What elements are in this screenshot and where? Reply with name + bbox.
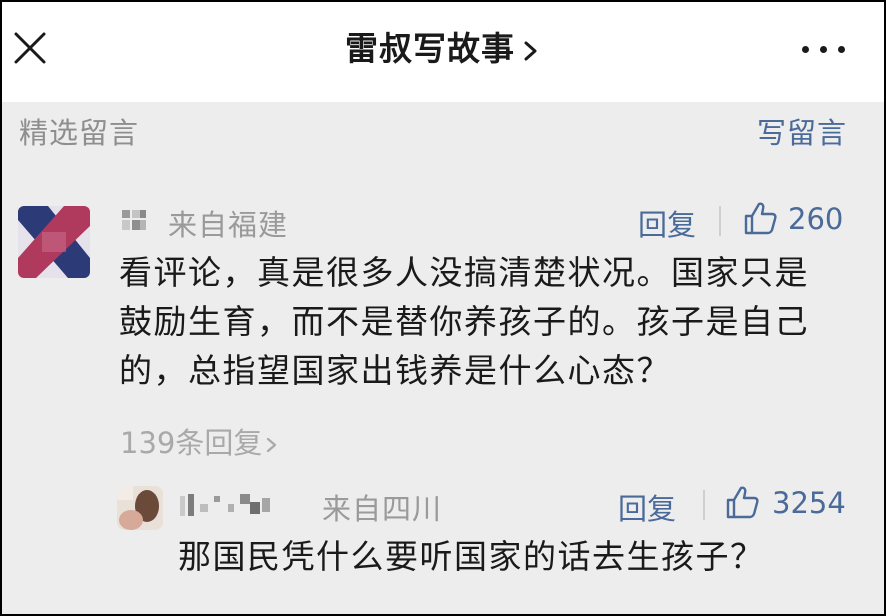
comment-location: 来自福建 [168,208,289,242]
comment-location: 来自四川 [322,492,443,526]
reply-button[interactable]: 回复 [638,202,696,244]
divider [719,206,721,236]
thumbs-up-icon[interactable] [724,484,760,520]
divider [703,490,705,520]
reply-text: 那国民凭什么要听国家的话去生孩子？ [178,537,765,576]
like-count: 3254 [772,486,846,520]
view-replies-link[interactable]: 139条回复 [120,420,280,462]
article-comments-screen: 雷叔写故事 精选留言 写留言 来自福建 回复 260 看评论，真是很多人没搞清楚… [2,2,884,614]
write-comment-button[interactable]: 写留言 [757,110,847,152]
chevron-right-icon [524,41,537,60]
more-dots-icon[interactable] [802,44,846,56]
comment-text: 看评论，真是很多人没搞清楚状况。国家只是鼓励生育，而不是替你养孩子的。孩子是自己… [119,253,809,390]
blurred-username [180,494,270,516]
thumbs-up-icon[interactable] [742,200,778,236]
top-bar: 雷叔写故事 [2,2,884,102]
featured-comments-label: 精选留言 [19,116,140,150]
avatar[interactable] [18,206,90,278]
like-count: 260 [788,202,844,236]
reply-avatar[interactable] [117,486,163,530]
replies-count-label: 139条回复 [120,426,263,460]
blurred-username [122,210,146,230]
account-name: 雷叔写故事 [345,29,515,68]
reply-button[interactable]: 回复 [618,486,676,528]
account-title[interactable]: 雷叔写故事 [2,22,884,70]
chevron-right-icon [267,437,277,453]
